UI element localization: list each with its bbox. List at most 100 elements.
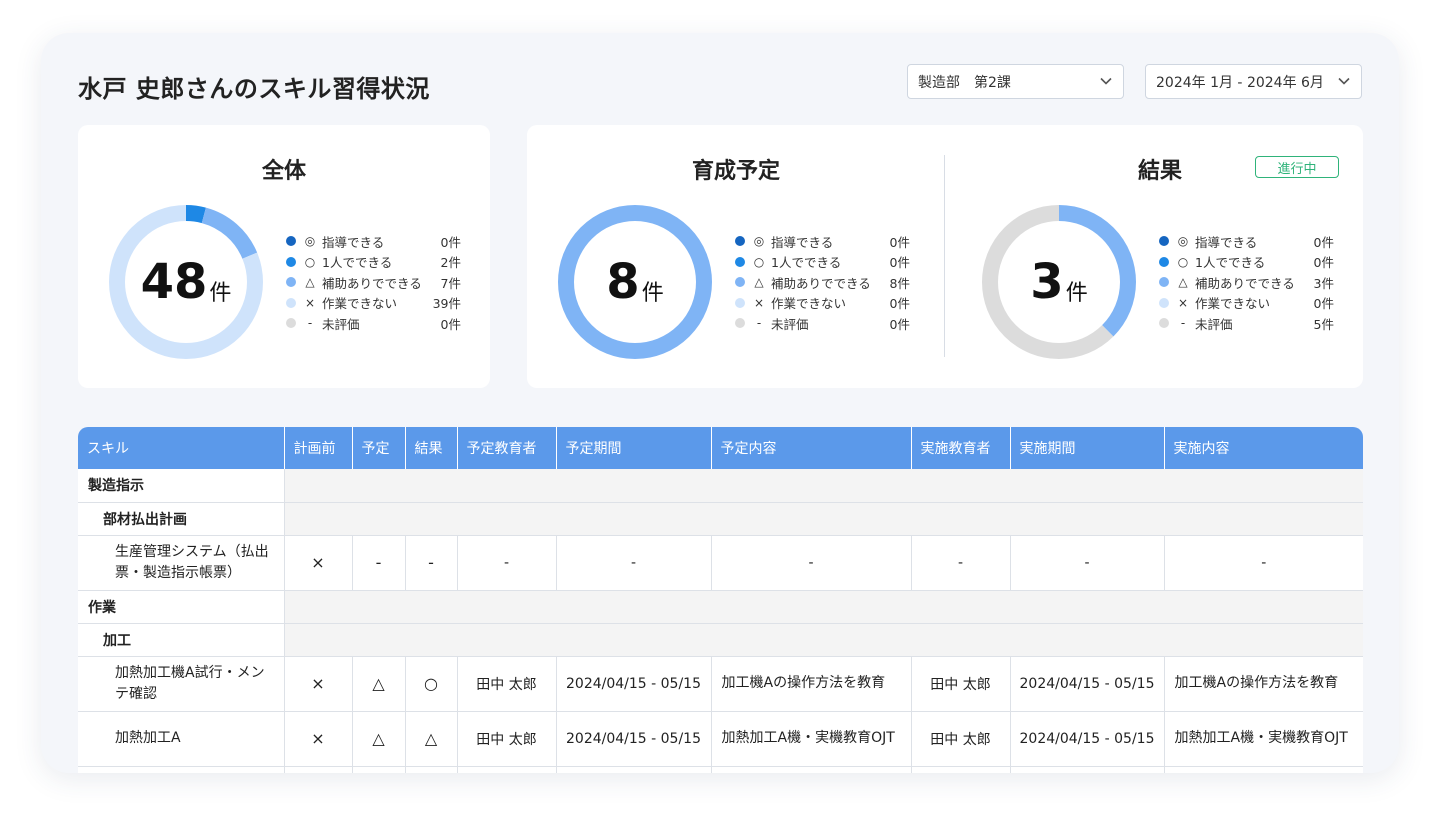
cell-plan-period: 2024/04/15 - 05/15 <box>556 656 712 712</box>
cell-plan-content <box>711 766 912 773</box>
column-header-plan-period[interactable]: 予定期間 <box>556 427 712 469</box>
cell-actual-teacher: - <box>911 535 1011 591</box>
cell-before <box>284 766 353 773</box>
legend-count: 0件 <box>1313 255 1334 271</box>
legend-label: 補助ありでできる <box>322 275 422 291</box>
legend-symbol: ◎ <box>304 234 316 249</box>
divider <box>944 155 945 357</box>
legend-result: ◎ 指導できる 0件 ○ 1人でできる 0件 △ 補助ありでできる 3件 × 作業できない 0件 - 未評… <box>1159 231 1334 334</box>
cell-before: × <box>284 535 353 591</box>
legend-dot <box>286 318 296 329</box>
legend-dot <box>286 297 296 308</box>
legend-label: 補助ありでできる <box>771 275 871 291</box>
total-count: 3 <box>1030 254 1064 310</box>
chevron-down-icon <box>1338 77 1350 85</box>
table-row[interactable]: 加熱加工A × △ △ 田中 太郎 2024/04/15 - 05/15 加熱加… <box>78 711 1363 767</box>
cell-plan-teacher: - <box>457 535 557 591</box>
legend-label: 未評価 <box>1195 316 1233 332</box>
legend-symbol: △ <box>754 275 764 290</box>
cell-skill: 生産管理システム（払出票・製造指示帳票） <box>78 535 285 591</box>
cell-actual-period: 2024/04/15 - 05/15 <box>1010 656 1165 712</box>
column-header-actual-period[interactable]: 実施期間 <box>1010 427 1165 469</box>
table-row[interactable]: 生産管理システム（払出票・製造指示帳票） × - - - - - - - - <box>78 535 1363 591</box>
column-header-skill[interactable]: スキル <box>78 427 285 469</box>
legend-plan: ◎ 指導できる 0件 ○ 1人でできる 0件 △ 補助ありでできる 8件 × 作業できない 0件 - 未評… <box>735 231 910 334</box>
legend-count: 5件 <box>1313 316 1334 332</box>
summary-card-all: 全体 48 件 ◎ 指導できる 0件 ○ 1人でできる 2件 △ 補助ありでできる 7件 × 作業でき… <box>78 125 490 388</box>
cell-actual-content: 加熱加工A機・実機教育OJT <box>1164 711 1363 767</box>
group-label: 製造指示 <box>78 469 285 503</box>
cell-plan-content: 加熱加工A機・実機教育OJT <box>711 711 912 767</box>
column-header-before[interactable]: 計画前 <box>284 427 353 469</box>
legend-item: ○ 1人でできる 0件 <box>1159 252 1334 273</box>
status-badge: 進行中 <box>1255 156 1339 178</box>
legend-count: 0件 <box>440 316 461 332</box>
column-header-plan[interactable]: 予定 <box>352 427 406 469</box>
table-row[interactable] <box>78 766 1363 773</box>
column-header-actual-content[interactable]: 実施内容 <box>1164 427 1363 469</box>
legend-label: 作業できない <box>322 296 398 312</box>
cell-skill: 加熱加工機A試行・メンテ確認 <box>78 656 285 712</box>
legend-label: 指導できる <box>1195 234 1258 250</box>
legend-item: - 未評価 0件 <box>735 313 910 334</box>
legend-item: ◎ 指導できる 0件 <box>286 231 461 252</box>
legend-dot <box>286 277 296 288</box>
legend-label: 未評価 <box>322 316 360 332</box>
legend-item: ◎ 指導できる 0件 <box>735 231 910 252</box>
group-row[interactable]: 作業 <box>78 590 1363 624</box>
legend-dot <box>1159 297 1169 308</box>
donut-total-all: 48 件 <box>108 204 264 360</box>
legend-symbol: △ <box>1178 275 1188 290</box>
legend-item: △ 補助ありでできる 8件 <box>735 272 910 293</box>
total-unit: 件 <box>641 281 664 306</box>
legend-item: ◎ 指導できる 0件 <box>1159 231 1334 252</box>
legend-count: 0件 <box>1313 234 1334 250</box>
column-header-result[interactable]: 結果 <box>405 427 458 469</box>
legend-item: × 作業できない 39件 <box>286 293 461 314</box>
summary-title-all: 全体 <box>261 159 306 184</box>
legend-label: 未評価 <box>771 316 809 332</box>
legend-label: 1人でできる <box>322 255 393 271</box>
cell-before: × <box>284 656 353 712</box>
legend-count: 3件 <box>1313 275 1334 291</box>
cell-plan <box>352 766 406 773</box>
cell-plan: - <box>352 535 406 591</box>
column-header-actual-teacher[interactable]: 実施教育者 <box>911 427 1011 469</box>
cell-actual-teacher <box>911 766 1011 773</box>
legend-label: 作業できない <box>1195 296 1271 312</box>
department-select[interactable]: 製造部 第2課 <box>907 64 1124 99</box>
group-fill <box>284 502 1363 536</box>
legend-label: 作業できない <box>771 296 847 312</box>
legend-count: 7件 <box>440 275 461 291</box>
column-header-plan-content[interactable]: 予定内容 <box>711 427 912 469</box>
column-header-plan-teacher[interactable]: 予定教育者 <box>457 427 557 469</box>
legend-dot <box>1159 236 1169 247</box>
period-select[interactable]: 2024年 1月 - 2024年 6月 <box>1145 64 1362 99</box>
group-row[interactable]: 製造指示 <box>78 469 1363 503</box>
cell-skill <box>78 766 285 773</box>
cell-plan-period: - <box>556 535 712 591</box>
cell-plan: △ <box>352 711 406 767</box>
cell-plan-period: 2024/04/15 - 05/15 <box>556 711 712 767</box>
legend-count: 0件 <box>1313 296 1334 312</box>
cell-plan-period <box>556 766 712 773</box>
total-count: 8 <box>606 254 640 310</box>
legend-symbol: ○ <box>1177 254 1189 269</box>
cell-plan-content: - <box>711 535 912 591</box>
legend-dot <box>735 297 745 308</box>
legend-count: 2件 <box>440 255 461 271</box>
cell-result: ○ <box>405 656 458 712</box>
cell-actual-content <box>1164 766 1363 773</box>
subgroup-row[interactable]: 部材払出計画 <box>78 502 1363 536</box>
total-count: 48 <box>140 254 208 310</box>
legend-item: - 未評価 5件 <box>1159 313 1334 334</box>
legend-item: △ 補助ありでできる 7件 <box>286 272 461 293</box>
table-row[interactable]: 加熱加工機A試行・メンテ確認 × △ ○ 田中 太郎 2024/04/15 - … <box>78 656 1363 712</box>
subgroup-row[interactable]: 加工 <box>78 623 1363 657</box>
legend-symbol: - <box>307 316 313 331</box>
legend-label: 1人でできる <box>1195 255 1266 271</box>
legend-symbol: - <box>756 316 762 331</box>
cell-plan-teacher: 田中 太郎 <box>457 656 557 712</box>
legend-item: × 作業できない 0件 <box>735 293 910 314</box>
legend-symbol: ○ <box>304 254 316 269</box>
